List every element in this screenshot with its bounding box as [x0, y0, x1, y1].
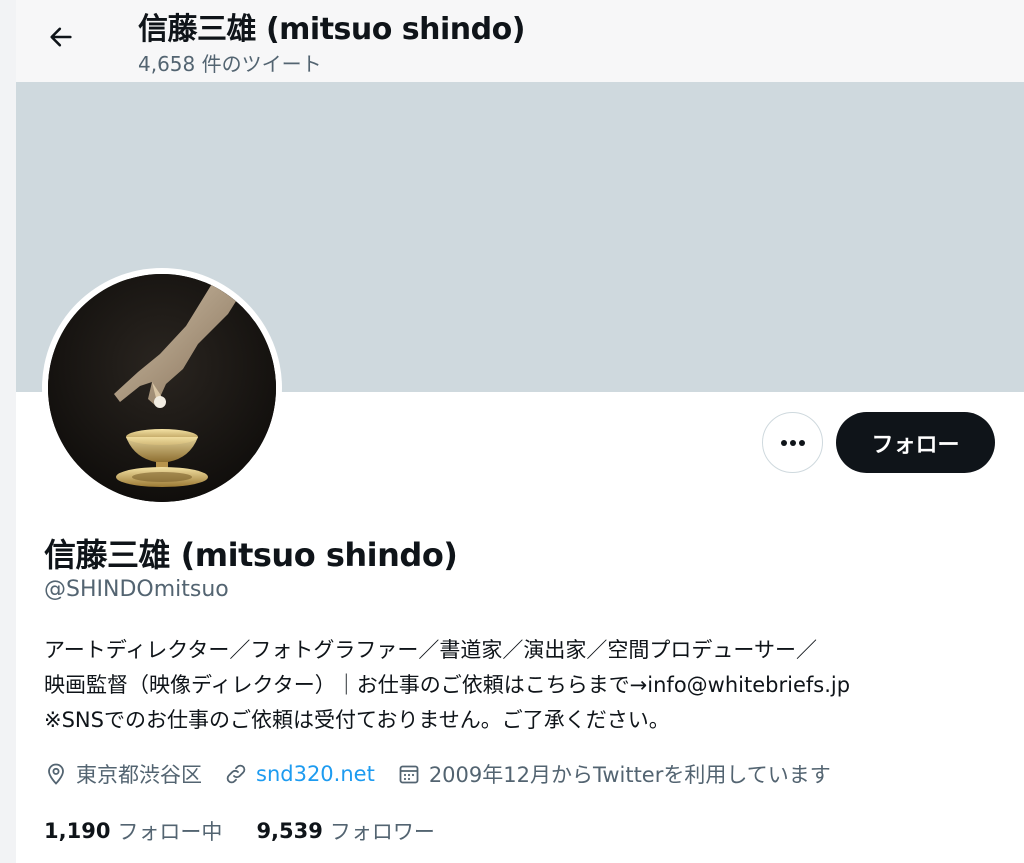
more-options-button[interactable]: [762, 412, 823, 473]
profile-meta: 東京都渋谷区 snd320.net 2009年12月からTwitterを利用して…: [44, 757, 853, 791]
header-title: 信藤三雄 (mitsuo shindo): [138, 12, 525, 47]
follow-button[interactable]: フォロー: [836, 412, 995, 473]
back-button[interactable]: [42, 18, 80, 56]
bio-line: アートディレクター／フォトグラファー／書道家／演出家／空間プロデューサー／: [44, 638, 818, 662]
avatar-frame: [42, 268, 282, 508]
profile-header-bar: 信藤三雄 (mitsuo shindo) 4,658 件のツイート: [16, 0, 1024, 82]
tweet-count: 4,658 件のツイート: [138, 52, 322, 76]
website-link[interactable]: snd320.net: [256, 762, 375, 786]
following-label: フォロー中: [117, 820, 223, 844]
avatar[interactable]: [48, 274, 276, 502]
arrow-left-icon: [50, 27, 72, 47]
joined-item: 2009年12月からTwitterを利用しています: [397, 759, 831, 789]
link-icon: [226, 764, 246, 784]
display-name: 信藤三雄 (mitsuo shindo): [44, 536, 458, 574]
website-item[interactable]: snd320.net: [224, 762, 375, 786]
profile-page: 信藤三雄 (mitsuo shindo) 4,658 件のツイート フォロー 信…: [16, 0, 1024, 863]
location-pin-icon: [48, 763, 64, 785]
following-stat[interactable]: 1,190 フォロー中: [44, 816, 222, 846]
user-handle: @SHINDOmitsuo: [44, 577, 229, 602]
location-item: 東京都渋谷区: [44, 759, 202, 789]
bio-line: ※SNSでのお仕事のご依頼は受付ておりません。ご了承ください。: [44, 708, 670, 732]
profile-bio: アートディレクター／フォトグラファー／書道家／演出家／空間プロデューサー／ 映画…: [44, 633, 1004, 738]
following-count: 1,190: [44, 819, 111, 843]
avatar-image: [48, 274, 276, 502]
location-text: 東京都渋谷区: [76, 763, 202, 787]
followers-stat[interactable]: 9,539 フォロワー: [256, 816, 434, 846]
followers-count: 9,539: [256, 819, 323, 843]
profile-stats: 1,190 フォロー中 9,539 フォロワー: [44, 814, 469, 848]
bio-line: 映画監督（映像ディレクター）｜お仕事のご依頼はこちらまで→info@whiteb…: [44, 673, 851, 697]
calendar-icon: [399, 765, 419, 784]
joined-text: 2009年12月からTwitterを利用しています: [428, 763, 831, 787]
followers-label: フォロワー: [329, 820, 435, 844]
more-horizontal-icon: [780, 439, 805, 446]
